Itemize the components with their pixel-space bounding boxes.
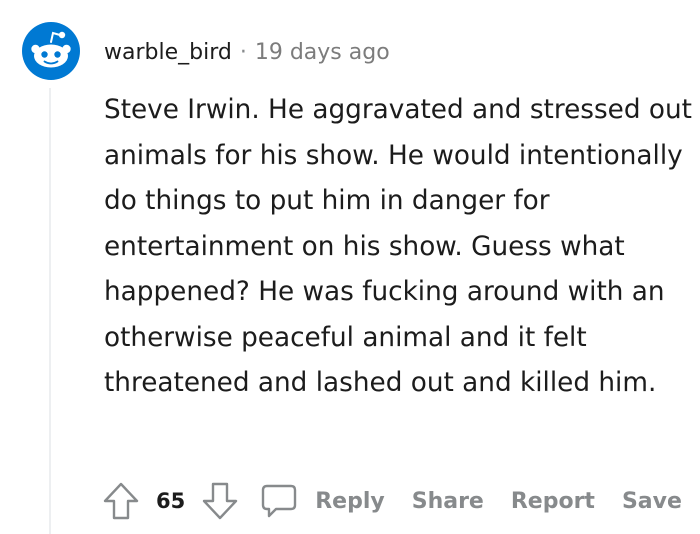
report-button[interactable]: Report — [511, 489, 595, 514]
comment-actions: 65 Reply Share Report Save — [100, 478, 682, 524]
comment-body: Steve Irwin. He aggravated and stressed … — [104, 95, 692, 398]
meta-separator: · — [239, 39, 247, 65]
downvote-arrow-icon — [203, 482, 238, 520]
reply-button[interactable]: Reply — [259, 481, 385, 521]
upvote-button[interactable] — [100, 480, 142, 522]
username-link[interactable]: warble_bird — [104, 40, 232, 65]
thread-line[interactable] — [49, 88, 51, 534]
snoo-avatar-icon — [22, 22, 80, 80]
save-button[interactable]: Save — [622, 489, 682, 514]
user-avatar[interactable] — [22, 22, 80, 80]
comment-bubble-icon — [262, 484, 297, 518]
comment-meta: warble_bird · 19 days ago — [104, 36, 390, 68]
upvote-arrow-icon — [103, 482, 139, 520]
comment: warble_bird · 19 days ago Steve Irwin. H… — [0, 0, 700, 534]
downvote-button[interactable] — [199, 480, 241, 522]
share-button[interactable]: Share — [412, 489, 484, 514]
timestamp[interactable]: 19 days ago — [255, 40, 390, 65]
vote-score: 65 — [156, 489, 186, 513]
reply-label: Reply — [315, 488, 385, 514]
